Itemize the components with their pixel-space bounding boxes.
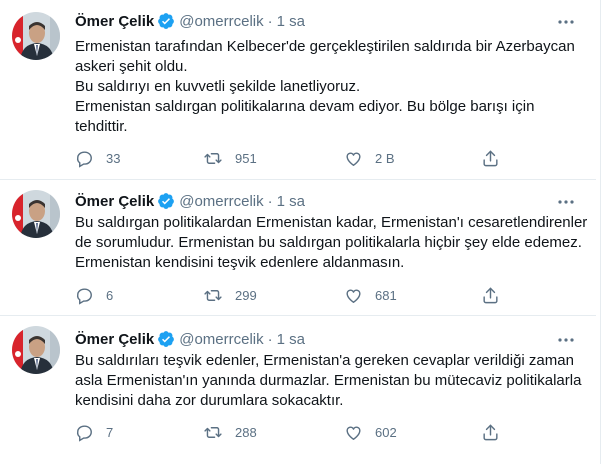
reply-button[interactable]: 33 [75, 148, 120, 168]
tweet-actions: 6 299 681 [75, 285, 585, 305]
verified-badge-icon [157, 330, 175, 348]
retweet-button[interactable]: 951 [203, 148, 257, 168]
tweet-text-line: Ermenistan tarafından Kelbecer'de gerçek… [75, 38, 575, 55]
avatar-image [12, 12, 60, 60]
share-icon [481, 286, 500, 305]
retweet-button[interactable]: 299 [203, 285, 257, 305]
tweet-text: Ermenistan tarafından Kelbecer'de gerçek… [75, 37, 585, 137]
tweet-text-line: asla Ermenistan'ın yanında durmazlar. Er… [75, 372, 582, 389]
reply-count: 7 [106, 424, 114, 440]
like-count: 681 [375, 287, 397, 303]
verified-badge-icon [157, 12, 175, 30]
share-icon [481, 423, 500, 442]
tweet[interactable]: Ömer Çelik @omerrcelik · 1 sa Bu saldırı… [0, 316, 596, 464]
more-options-icon[interactable] [554, 192, 578, 212]
tweet-header: Ömer Çelik @omerrcelik · 1 sa [75, 329, 305, 349]
tweet-actions: 33 951 2 B [75, 148, 585, 168]
like-icon [344, 423, 363, 442]
reply-icon [75, 149, 94, 168]
author-handle[interactable]: @omerrcelik [179, 13, 263, 30]
like-button[interactable]: 602 [344, 422, 397, 442]
tweet-text: Bu saldırgan politikalardan Ermenistan k… [75, 213, 588, 273]
reply-icon [75, 423, 94, 442]
like-icon [344, 149, 363, 168]
like-count: 2 B [375, 150, 395, 166]
tweet-text-line: Bu saldırgan politikalardan Ermenistan k… [75, 214, 588, 231]
author-name[interactable]: Ömer Çelik [75, 331, 154, 348]
tweet-timestamp[interactable]: 1 sa [277, 331, 305, 348]
share-icon [481, 149, 500, 168]
reply-button[interactable]: 7 [75, 422, 113, 442]
avatar-image [12, 326, 60, 374]
like-button[interactable]: 2 B [344, 148, 395, 168]
more-options-icon[interactable] [554, 330, 578, 350]
tweet-timestamp[interactable]: 1 sa [277, 13, 305, 30]
like-button[interactable]: 681 [344, 285, 397, 305]
like-count: 602 [375, 424, 397, 440]
author-name[interactable]: Ömer Çelik [75, 13, 154, 30]
retweet-count: 951 [235, 150, 257, 166]
tweet-text-line: Ermenistan saldırgan politikalarına deva… [75, 98, 535, 115]
tweet[interactable]: Ömer Çelik @omerrcelik · 1 sa Bu saldırg… [0, 180, 596, 316]
verified-badge-icon [157, 192, 175, 210]
avatar[interactable] [12, 190, 60, 238]
avatar[interactable] [12, 12, 60, 60]
tweet-feed: Ömer Çelik @omerrcelik · 1 sa Ermenistan… [0, 0, 601, 464]
tweet-text-line: Bu saldırıları teşvik edenler, Ermenista… [75, 352, 574, 369]
tweet-text-line: kendisini daha zor durumlara sokacaktır. [75, 392, 344, 409]
retweet-icon [203, 286, 223, 305]
author-name[interactable]: Ömer Çelik [75, 193, 154, 210]
tweet-text-line: de sorumludur. Ermenistan bu saldırgan p… [75, 234, 582, 251]
tweet-header: Ömer Çelik @omerrcelik · 1 sa [75, 11, 305, 31]
share-button[interactable] [481, 285, 500, 305]
reply-button[interactable]: 6 [75, 285, 113, 305]
tweet-actions: 7 288 602 [75, 422, 585, 442]
author-handle[interactable]: @omerrcelik [179, 331, 263, 348]
tweet-text-line: Bu saldırıyı en kuvvetli şekilde lanetli… [75, 78, 361, 95]
share-button[interactable] [481, 148, 500, 168]
retweet-icon [203, 149, 223, 168]
reply-count: 6 [106, 287, 114, 303]
retweet-count: 288 [235, 424, 257, 440]
tweet-header: Ömer Çelik @omerrcelik · 1 sa [75, 191, 305, 211]
reply-icon [75, 286, 94, 305]
tweet-text-line: Ermenistan kendisini teşvik edenlere ald… [75, 254, 405, 271]
more-options-icon[interactable] [554, 12, 578, 32]
author-handle[interactable]: @omerrcelik [179, 193, 263, 210]
reply-count: 33 [106, 150, 121, 166]
tweet[interactable]: Ömer Çelik @omerrcelik · 1 sa Ermenistan… [0, 0, 596, 180]
separator-dot: · [267, 330, 273, 348]
tweet-text-line: tehdittir. [75, 118, 128, 135]
retweet-button[interactable]: 288 [203, 422, 257, 442]
separator-dot: · [267, 192, 273, 210]
avatar-image [12, 190, 60, 238]
share-button[interactable] [481, 422, 500, 442]
retweet-count: 299 [235, 287, 257, 303]
tweet-timestamp[interactable]: 1 sa [277, 193, 305, 210]
tweet-text: Bu saldırıları teşvik edenler, Ermenista… [75, 351, 585, 411]
avatar[interactable] [12, 326, 60, 374]
like-icon [344, 286, 363, 305]
retweet-icon [203, 423, 223, 442]
tweet-text-line: askeri şehit oldu. [75, 58, 188, 75]
separator-dot: · [267, 12, 273, 30]
